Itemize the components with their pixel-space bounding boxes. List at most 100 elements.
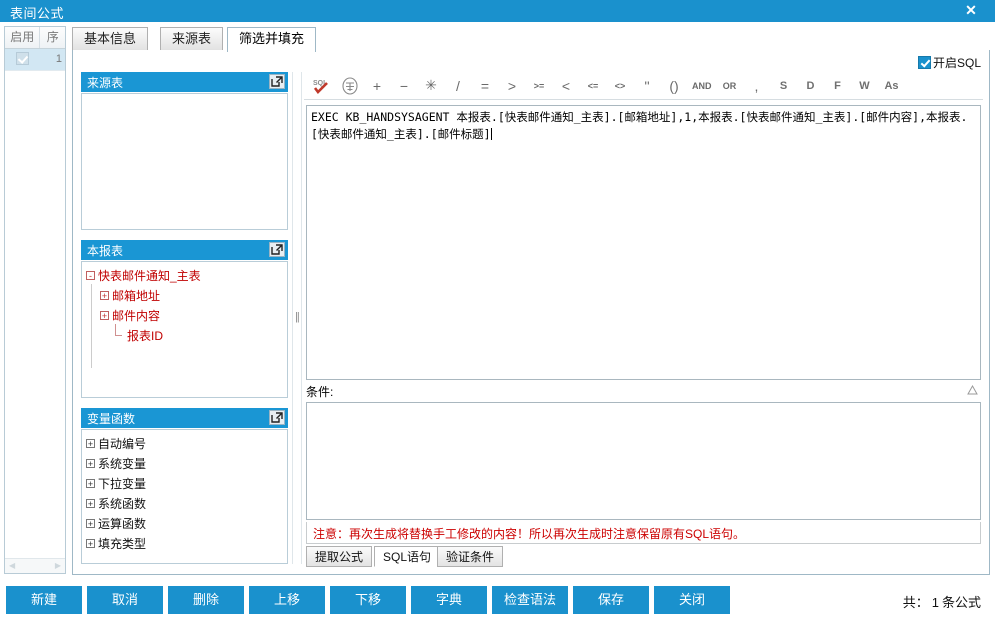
tree-node-label: 下拉变量 [98, 477, 147, 491]
tree-node-main-table[interactable]: - 快表邮件通知_主表 [86, 266, 287, 286]
equals-operator[interactable]: = [474, 75, 496, 97]
panel-splitter[interactable]: || [292, 72, 302, 564]
formula-toolbar: SQL + − ✳ / = > >= < <= <> '' () AND OR … [304, 72, 983, 100]
table-row[interactable]: 1 [5, 49, 65, 71]
tree-expand-toggle-icon[interactable]: + [100, 291, 109, 301]
tree-node-report-id[interactable]: 报表ID [86, 324, 287, 346]
multiply-operator[interactable]: ✳ [420, 75, 442, 97]
and-operator[interactable]: AND [690, 75, 714, 97]
dictionary-button[interactable]: 字典 [411, 586, 487, 614]
triangle-up-icon[interactable] [967, 385, 978, 395]
new-button[interactable]: 新建 [6, 586, 82, 614]
grid-col-seq: 序 [46, 30, 59, 44]
tree-expand-toggle-icon[interactable]: + [86, 499, 95, 509]
tree-node-dropdown-variable[interactable]: + 下拉变量 [86, 474, 287, 494]
source-table-panel: 来源表 [81, 72, 288, 230]
tree-node-label: 快表邮件通知_主表 [98, 269, 201, 283]
greater-than-operator[interactable]: > [501, 75, 523, 97]
external-link-icon[interactable] [269, 410, 285, 425]
status-count: 1 [931, 595, 939, 610]
greater-equal-operator[interactable]: >= [528, 75, 550, 97]
where-keyword[interactable]: W [854, 75, 876, 97]
warning-bar: 注意：再次生成将替换手工修改的内容！所以再次生成时注意保留原有SQL语句。 [306, 522, 981, 544]
filter-and-fill-panel: 开启SQL 来源表 本报表 - 快表邮件通知_主表 + 邮箱地址 + 邮件内容 … [72, 50, 990, 575]
external-link-icon[interactable] [269, 242, 285, 257]
save-button[interactable]: 保存 [573, 586, 649, 614]
tree-collapse-toggle-icon[interactable]: - [86, 271, 95, 281]
tree-expand-toggle-icon[interactable]: + [86, 439, 95, 449]
cancel-button[interactable]: 取消 [87, 586, 163, 614]
source-table-tree[interactable] [81, 93, 288, 230]
enable-sql-toggle[interactable]: 开启SQL [917, 54, 981, 70]
from-keyword[interactable]: F [827, 75, 849, 97]
table-formula-dialog: 表间公式 ✕ 启用 序 1 ◀ ▶ 基本信息 来源表 筛选并填充 开启SQL 来… [0, 0, 995, 625]
external-link-icon[interactable] [269, 74, 285, 89]
chinese-char-icon[interactable] [339, 75, 361, 97]
editor-bottom-tabstrip: 提取公式 SQL语句 验证条件 [306, 546, 981, 568]
less-than-operator[interactable]: < [555, 75, 577, 97]
sql-editor[interactable]: EXEC KB_HANDSYSAGENT 本报表.[快表邮件通知_主表].[邮箱… [306, 105, 981, 380]
tree-node-label: 运算函数 [98, 517, 147, 531]
not-equal-operator[interactable]: <> [609, 75, 631, 97]
tab-filter-and-fill[interactable]: 筛选并填充 [227, 27, 317, 52]
move-down-button[interactable]: 下移 [330, 586, 406, 614]
this-report-tree[interactable]: - 快表邮件通知_主表 + 邮箱地址 + 邮件内容 报表ID [81, 261, 288, 398]
tree-expand-toggle-icon[interactable]: + [86, 479, 95, 489]
tree-node-system-function[interactable]: + 系统函数 [86, 494, 287, 514]
enable-sql-checkbox[interactable] [917, 55, 931, 69]
minus-operator[interactable]: − [393, 75, 415, 97]
less-equal-operator[interactable]: <= [582, 75, 604, 97]
tree-node-email-content[interactable]: + 邮件内容 [86, 306, 287, 326]
tree-node-system-variable[interactable]: + 系统变量 [86, 454, 287, 474]
sql-check-icon[interactable]: SQL [310, 75, 334, 97]
tree-expand-toggle-icon[interactable]: + [100, 311, 109, 321]
tree-node-label: 报表ID [127, 329, 164, 343]
tab-source-table[interactable]: 来源表 [160, 27, 224, 50]
tree-node-label: 填充类型 [98, 537, 147, 551]
tree-expand-toggle-icon[interactable]: + [86, 459, 95, 469]
comma-operator[interactable]: , [746, 75, 768, 97]
tree-expand-toggle-icon[interactable]: + [86, 519, 95, 529]
tree-node-label: 自动编号 [98, 437, 147, 451]
move-up-button[interactable]: 上移 [249, 586, 325, 614]
or-operator[interactable]: OR [719, 75, 741, 97]
formula-count-status: 共： 1 条公式 [903, 592, 981, 611]
tree-node-label: 系统函数 [98, 497, 147, 511]
tree-node-fill-type[interactable]: + 填充类型 [86, 534, 287, 554]
as-keyword[interactable]: As [881, 75, 903, 97]
enable-sql-label: 开启SQL [932, 55, 981, 70]
tab-sql-statement[interactable]: SQL语句 [374, 546, 441, 567]
tree-node-label: 邮件内容 [112, 309, 161, 323]
row-enabled-checkbox[interactable] [16, 52, 30, 65]
variables-functions-tree[interactable]: + 自动编号 + 系统变量 + 下拉变量 + 系统函数 + 运算函数 + 填充类… [81, 429, 288, 564]
status-prefix: 共： [902, 595, 929, 610]
distinct-keyword[interactable]: D [800, 75, 822, 97]
scroll-right-icon[interactable]: ▶ [55, 561, 61, 570]
parenthesis-operator[interactable]: () [663, 75, 685, 97]
splitter-grip-icon[interactable]: || [295, 308, 300, 326]
condition-editor[interactable] [306, 402, 981, 520]
divide-operator[interactable]: / [447, 75, 469, 97]
tab-validation-condition[interactable]: 验证条件 [437, 546, 504, 567]
window-close-icon[interactable]: ✕ [961, 2, 981, 20]
warning-text: 注意：再次生成将替换手工修改的内容！所以再次生成时注意保留原有SQL语句。 [313, 527, 746, 541]
sql-editor-text: EXEC KB_HANDSYSAGENT 本报表.[快表邮件通知_主表].[邮箱… [311, 110, 968, 141]
check-syntax-button[interactable]: 检查语法 [492, 586, 568, 614]
quote-operator[interactable]: '' [636, 75, 658, 97]
tree-node-auto-number[interactable]: + 自动编号 [86, 434, 287, 454]
variables-functions-panel-title: 变量函数 [87, 412, 136, 426]
plus-operator[interactable]: + [366, 75, 388, 97]
close-button[interactable]: 关闭 [654, 586, 730, 614]
scroll-left-icon[interactable]: ◀ [9, 561, 15, 570]
tab-extract-formula[interactable]: 提取公式 [306, 546, 373, 567]
select-keyword[interactable]: S [773, 75, 795, 97]
grid-horizontal-scrollbar[interactable]: ◀ ▶ [5, 558, 65, 573]
delete-button[interactable]: 删除 [168, 586, 244, 614]
tree-expand-toggle-icon[interactable]: + [86, 539, 95, 549]
tree-node-email-address[interactable]: + 邮箱地址 [86, 286, 287, 306]
grid-header-row: 启用 序 [5, 27, 65, 49]
tab-basic-info[interactable]: 基本信息 [72, 27, 149, 50]
tree-node-operation-function[interactable]: + 运算函数 [86, 514, 287, 534]
row-enabled-cell[interactable] [5, 49, 40, 70]
this-report-panel-header: 本报表 [81, 240, 288, 260]
